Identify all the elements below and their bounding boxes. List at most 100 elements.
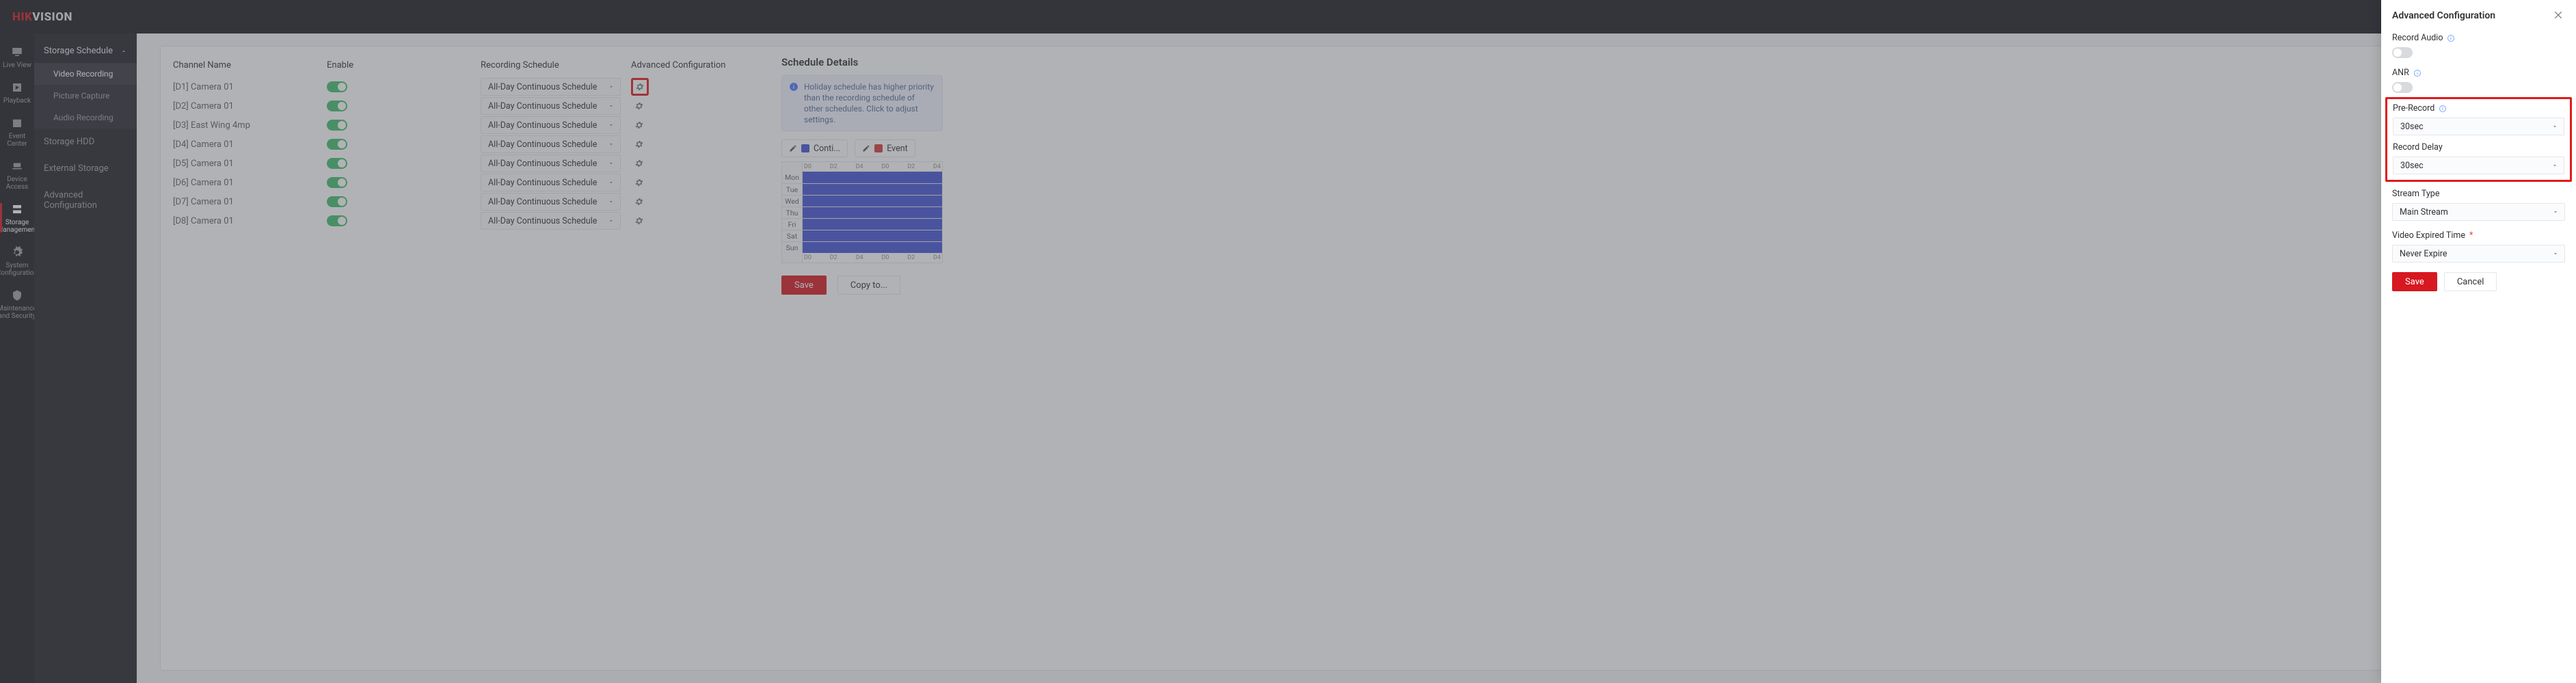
toggle-enable[interactable] <box>327 177 347 188</box>
select-recording-schedule[interactable]: All-Day Continuous Schedule <box>481 212 621 230</box>
schedule-grid[interactable]: D0D2D4D0D2D4 MonTueWedThuFriSatSun D0D2D… <box>781 161 943 263</box>
toggle-anr[interactable] <box>2392 82 2413 93</box>
label-video-expired: Video Expired Time <box>2392 230 2465 241</box>
grid-cells[interactable] <box>803 207 942 218</box>
advanced-config-button[interactable] <box>631 213 647 229</box>
sidebar-group-header[interactable]: Storage Schedule <box>34 39 137 63</box>
toggle-enable[interactable] <box>327 196 347 207</box>
cell-advanced <box>631 117 734 133</box>
grid-day-label: Mon <box>782 172 803 183</box>
select-recording-schedule[interactable]: All-Day Continuous Schedule <box>481 193 621 211</box>
grid-row[interactable]: Tue <box>782 183 942 195</box>
legend-event[interactable]: Event <box>855 139 915 157</box>
grid-cells[interactable] <box>803 230 942 241</box>
select-recording-schedule[interactable]: All-Day Continuous Schedule <box>481 135 621 153</box>
select-recording-schedule[interactable]: All-Day Continuous Schedule <box>481 174 621 191</box>
brand-hik: HIK <box>12 10 32 24</box>
sidebar-item-video-recording[interactable]: Video Recording <box>34 63 137 85</box>
legend: Conti... Event <box>781 139 943 157</box>
details-actions: Save Copy to... <box>781 276 943 295</box>
col-header-enable: Enable <box>327 60 481 70</box>
details-copy-button[interactable]: Copy to... <box>837 276 900 295</box>
cell-enable <box>327 196 481 207</box>
nav-live-view[interactable]: Live View <box>0 39 34 75</box>
sidebar-item-advanced-configuration[interactable]: Advanced Configuration <box>34 182 137 219</box>
grid-row[interactable]: Wed <box>782 195 942 206</box>
grid-cells[interactable] <box>803 172 942 183</box>
select-value: All-Day Continuous Schedule <box>488 120 597 131</box>
chevron-down-icon <box>608 217 615 224</box>
nav-storage-management[interactable]: Storage Management <box>0 196 34 239</box>
sidebar-item-external-storage[interactable]: External Storage <box>34 155 137 182</box>
sidebar-group: Video Recording Picture Capture Audio Re… <box>34 63 137 129</box>
select-record-delay[interactable]: 30sec <box>2393 157 2564 174</box>
info-icon <box>2439 105 2447 113</box>
sidebar-item-storage-hdd[interactable]: Storage HDD <box>34 129 137 155</box>
grid-cells[interactable] <box>803 184 942 195</box>
advanced-config-button[interactable] <box>631 155 647 172</box>
chevron-down-icon <box>608 103 615 109</box>
cell-enable <box>327 81 481 92</box>
advanced-config-button[interactable] <box>631 78 649 96</box>
drawer-title-text: Advanced Configuration <box>2392 10 2495 21</box>
select-stream-type[interactable]: Main Stream <box>2392 203 2565 221</box>
cell-channel: [D7] Camera 01 <box>173 197 327 207</box>
grid-cells[interactable] <box>803 196 942 206</box>
gear-icon <box>634 197 644 206</box>
select-pre-record[interactable]: 30sec <box>2393 118 2564 135</box>
cell-advanced <box>631 136 734 152</box>
cell-schedule: All-Day Continuous Schedule <box>481 78 631 96</box>
sidebar-item-picture-capture[interactable]: Picture Capture <box>34 85 137 107</box>
grid-row[interactable]: Sat <box>782 230 942 241</box>
advanced-config-button[interactable] <box>631 117 647 133</box>
drawer-cancel-button[interactable]: Cancel <box>2444 272 2497 291</box>
cell-advanced <box>631 193 734 210</box>
sidebar-item-audio-recording[interactable]: Audio Recording <box>34 107 137 129</box>
required-asterisk: * <box>2469 230 2473 241</box>
col-header-advanced: Advanced Configuration <box>631 60 734 70</box>
grid-row[interactable]: Mon <box>782 172 942 183</box>
gear-icon <box>635 82 645 92</box>
sidebar: Storage Schedule Video Recording Picture… <box>34 34 137 683</box>
select-recording-schedule[interactable]: All-Day Continuous Schedule <box>481 97 621 115</box>
grid-row[interactable]: Thu <box>782 206 942 218</box>
select-value: All-Day Continuous Schedule <box>488 101 597 111</box>
nav-playback[interactable]: Playback <box>0 75 34 110</box>
nav-label: Device Access <box>6 176 29 191</box>
toggle-enable[interactable] <box>327 81 347 92</box>
nav-label: Live View <box>3 62 31 69</box>
grid-day-label: Sat <box>782 230 803 241</box>
grid-cells[interactable] <box>803 219 942 230</box>
toggle-enable[interactable] <box>327 215 347 226</box>
select-recording-schedule[interactable]: All-Day Continuous Schedule <box>481 116 621 134</box>
select-recording-schedule[interactable]: All-Day Continuous Schedule <box>481 155 621 172</box>
info-icon <box>2413 69 2421 77</box>
nav-maintenance-security[interactable]: Maintenance and Security <box>0 282 34 325</box>
table-row: [D5] Camera 01 All-Day Continuous Schedu… <box>173 154 764 173</box>
details-save-button[interactable]: Save <box>781 276 827 295</box>
grid-cells[interactable] <box>803 242 942 253</box>
toggle-enable[interactable] <box>327 120 347 131</box>
nav-system-configuration[interactable]: System Configuration <box>0 239 34 282</box>
select-video-expired[interactable]: Never Expire <box>2392 245 2565 263</box>
select-value: All-Day Continuous Schedule <box>488 216 597 226</box>
toggle-enable[interactable] <box>327 139 347 150</box>
grid-row[interactable]: Sun <box>782 241 942 253</box>
toggle-enable[interactable] <box>327 101 347 111</box>
table-row: [D4] Camera 01 All-Day Continuous Schedu… <box>173 135 764 154</box>
grid-row[interactable]: Fri <box>782 218 942 230</box>
nav-event-center[interactable]: Event Center <box>0 110 34 153</box>
advanced-config-button[interactable] <box>631 136 647 152</box>
advanced-config-button[interactable] <box>631 193 647 210</box>
drawer-save-button[interactable]: Save <box>2392 272 2437 291</box>
grid-day-label: Thu <box>782 207 803 218</box>
nav-device-access[interactable]: Device Access <box>0 153 34 196</box>
legend-continuous[interactable]: Conti... <box>781 139 848 157</box>
toggle-enable[interactable] <box>327 158 347 169</box>
drawer-close-button[interactable] <box>2553 10 2565 22</box>
toggle-record-audio[interactable] <box>2392 47 2413 58</box>
advanced-config-button[interactable] <box>631 98 647 114</box>
cell-enable <box>327 120 481 131</box>
select-recording-schedule[interactable]: All-Day Continuous Schedule <box>481 78 621 96</box>
advanced-config-button[interactable] <box>631 174 647 191</box>
